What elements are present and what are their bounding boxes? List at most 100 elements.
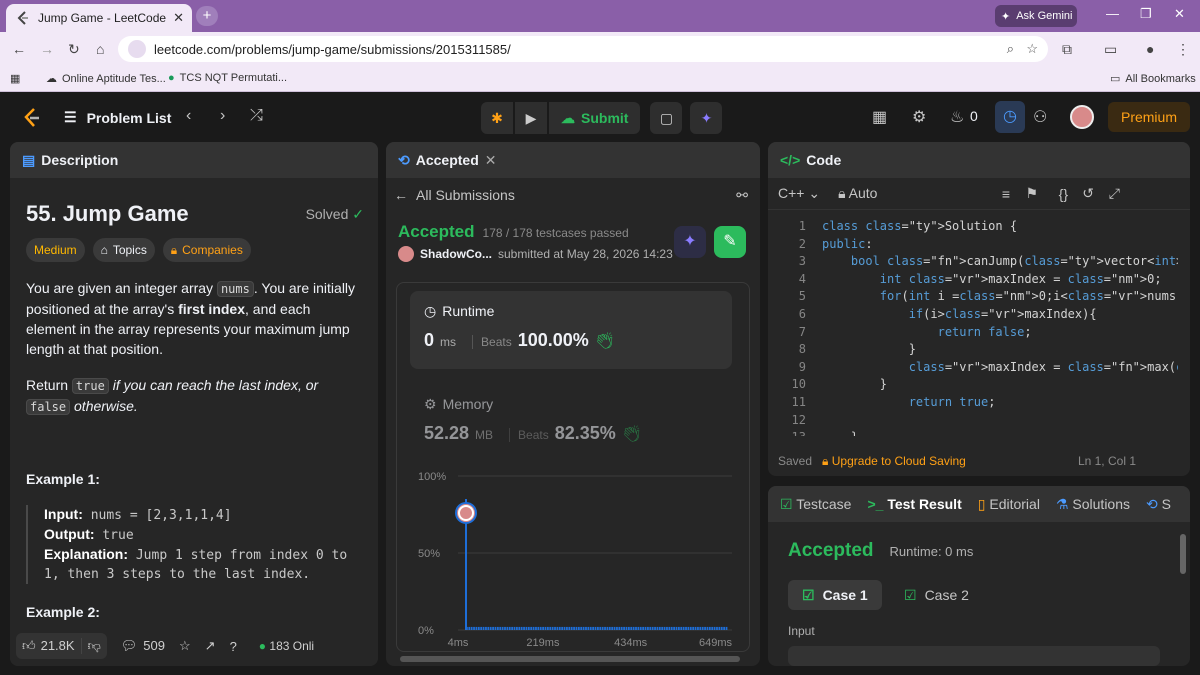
problem-list-nav[interactable]: ☰ Problem List	[64, 109, 171, 126]
runtime-distribution-chart[interactable]: 100% 50% 0% 4ms 219ms 434ms 649ms	[396, 464, 746, 654]
layout-icon[interactable]: ▦	[872, 107, 887, 127]
runtime-value: 0	[424, 330, 435, 350]
line-number: 1	[798, 219, 806, 233]
auto-mode-toggle[interactable]: 🔒︎ Auto	[838, 185, 877, 202]
code-editor[interactable]: 1 class class="ty">Solution {2 public: 3 bo…	[768, 214, 1178, 436]
chart-bar	[489, 626, 492, 630]
timer-icon[interactable]: ◷	[995, 101, 1025, 133]
tab-editorial[interactable]: ▯ Editorial	[978, 496, 1040, 513]
format-icon[interactable]: ≡	[1002, 186, 1010, 202]
edit-solution-button[interactable]: ✎	[714, 226, 746, 258]
difficulty-tag[interactable]: Medium	[26, 238, 85, 262]
ai-button[interactable]: ✦	[690, 102, 723, 134]
y-tick-label: 0%	[418, 625, 434, 637]
x-tick-label: 4ms	[448, 637, 469, 649]
bookmark-item[interactable]: ● TCS NQT Permutati...	[168, 72, 287, 84]
restore-icon[interactable]: ❐	[1140, 6, 1152, 22]
ai-analyze-button[interactable]: ✦	[674, 226, 706, 258]
companies-tag[interactable]: 🔒︎ Companies	[162, 238, 251, 262]
chart-bar	[577, 626, 580, 630]
vertical-scrollbar[interactable]	[1180, 534, 1186, 574]
chart-bar	[570, 626, 573, 630]
chart-bar	[530, 626, 533, 630]
streak-flame-icon[interactable]: ♨	[950, 107, 964, 127]
topics-tag[interactable]: ⌂ Topics	[92, 238, 155, 262]
all-bookmarks[interactable]: ▭ All Bookmarks	[1110, 72, 1196, 86]
close-tab-icon[interactable]: ✕	[485, 152, 497, 169]
dislike-button[interactable]: 👎︎	[80, 638, 107, 654]
braces-icon[interactable]: {}	[1059, 186, 1068, 202]
input-box[interactable]	[788, 646, 1160, 666]
chart-bar	[649, 626, 652, 630]
submit-button[interactable]: ☁ Submit	[549, 102, 641, 134]
zoom-icon[interactable]: ⌕	[1007, 41, 1014, 57]
share-icon[interactable]: ↗	[205, 638, 216, 654]
bookmark-star-icon[interactable]: ☆	[1026, 41, 1038, 57]
problem-return-statement: Return true if you can reach the last in…	[26, 375, 362, 417]
accepted-tab[interactable]: ⟲ Accepted ✕	[386, 142, 760, 178]
bookmark-item[interactable]: ☁ Online Aptitude Tes...	[46, 72, 166, 86]
tab-solutions[interactable]: ⚗ Solutions	[1056, 496, 1130, 513]
settings-gear-icon[interactable]: ⚙	[912, 107, 926, 127]
profile-avatar-icon[interactable]: ●	[1146, 41, 1154, 57]
ask-gemini-button[interactable]: ✦ Ask Gemini	[995, 5, 1077, 27]
tab-submissions[interactable]: ⟲ S	[1146, 496, 1171, 513]
next-problem-icon[interactable]: ›	[220, 107, 225, 125]
user-avatar[interactable]	[1070, 105, 1094, 129]
home-icon[interactable]: ⌂	[96, 41, 104, 57]
favorite-star-icon[interactable]: ☆	[179, 638, 191, 654]
line-number: 5	[798, 289, 806, 304]
all-submissions-link[interactable]: ← All Submissions ⚯	[386, 178, 760, 212]
memory-beats: 82.35%	[554, 423, 616, 443]
shuffle-icon[interactable]: ⤮	[250, 107, 263, 125]
tab-search-icon[interactable]: ▭	[1104, 41, 1117, 58]
chip-icon: ⚙	[424, 396, 437, 412]
reset-icon[interactable]: ↺	[1082, 185, 1094, 202]
close-window-icon[interactable]: ✕	[1174, 6, 1185, 22]
description-tab[interactable]: ▤ Description	[10, 142, 378, 178]
example-1-title: Example 1:	[26, 471, 100, 487]
debug-button[interactable]: ✱	[481, 102, 513, 134]
chart-bar	[680, 626, 683, 630]
url-input[interactable]: leetcode.com/problems/jump-game/submissi…	[118, 36, 1048, 62]
run-button[interactable]: ▶	[515, 102, 547, 134]
language-select[interactable]: C++ ⌄	[778, 185, 820, 202]
extensions-icon[interactable]: ⧉	[1062, 41, 1072, 58]
notes-button[interactable]: ▢	[650, 102, 683, 134]
tab-testcase[interactable]: ☑ Testcase	[780, 496, 851, 513]
upgrade-link[interactable]: 🔒︎ Upgrade to Cloud Saving	[822, 454, 966, 469]
reload-icon[interactable]: ↻	[68, 41, 80, 58]
new-tab-button[interactable]: +	[196, 6, 218, 26]
add-friend-icon[interactable]: ⚇	[1033, 107, 1047, 127]
code-tab[interactable]: </> Code	[768, 142, 1190, 178]
horizontal-scrollbar[interactable]	[400, 656, 740, 662]
menu-dots-icon[interactable]: ⋮	[1176, 41, 1190, 58]
apps-icon[interactable]: ▦	[10, 72, 20, 85]
premium-button[interactable]: Premium	[1108, 102, 1190, 132]
tab-test-result[interactable]: >_ Test Result	[867, 496, 961, 512]
comments-button[interactable]: 💬︎ 509	[121, 638, 165, 654]
submitter-name[interactable]: ShadowCo...	[420, 247, 492, 261]
description-footer: 👍︎ 21.8K 👎︎ 💬︎ 509 ☆ ↗ ? ● 183 Onli	[10, 626, 378, 666]
minimize-icon[interactable]: —	[1106, 6, 1119, 21]
back-icon[interactable]: ←	[12, 41, 26, 57]
browser-tab[interactable]: Jump Game - LeetCode ✕	[6, 4, 192, 32]
link-icon[interactable]: ⚯	[736, 187, 748, 204]
case-1-button[interactable]: ☑ Case 1	[788, 580, 882, 610]
runtime-card[interactable]: ◷ Runtime 0 ms Beats 100.00% 👏︎	[410, 291, 732, 369]
forward-icon[interactable]: →	[40, 41, 54, 57]
fullscreen-icon[interactable]: ⤢	[1109, 185, 1120, 202]
prev-problem-icon[interactable]: ‹	[186, 107, 191, 125]
site-info-icon[interactable]	[128, 40, 146, 58]
leetcode-logo-icon[interactable]	[22, 107, 42, 129]
close-tab-icon[interactable]: ✕	[173, 10, 184, 26]
like-button[interactable]: 👍︎ 21.8K	[16, 638, 81, 654]
line-number: 12	[791, 412, 806, 427]
memory-card[interactable]: ⚙ Memory 52.28 MB Beats 82.35% 👏︎	[410, 384, 732, 462]
history-icon: ⟲	[1146, 495, 1158, 512]
bookmark-icon[interactable]: ⚑	[1025, 185, 1038, 202]
chart-bar	[525, 626, 528, 630]
help-icon[interactable]: ?	[230, 639, 237, 654]
input-label: Input	[788, 624, 815, 638]
case-2-button[interactable]: ☑ Case 2	[890, 580, 983, 610]
